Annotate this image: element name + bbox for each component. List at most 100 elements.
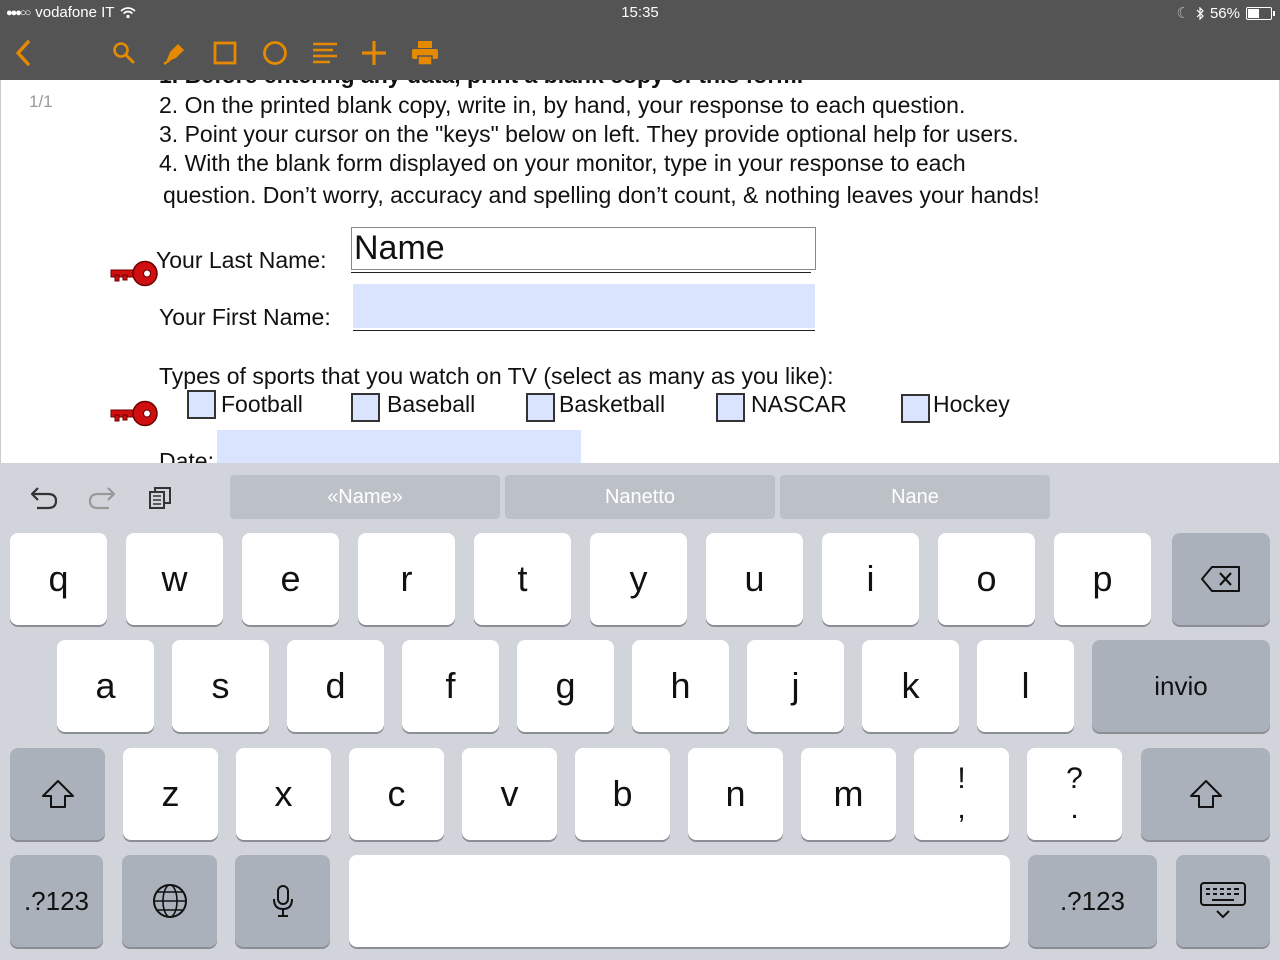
key-l[interactable]: l — [977, 640, 1074, 732]
battery-percentage: 56% — [1209, 4, 1240, 22]
key-p[interactable]: p — [1054, 533, 1151, 625]
key-top-char: ! — [957, 762, 966, 795]
dismiss-keyboard-key[interactable] — [1176, 855, 1270, 947]
space-bar[interactable] — [349, 855, 1010, 947]
key-v[interactable]: v — [462, 748, 557, 840]
print-icon[interactable] — [408, 36, 442, 70]
key-i[interactable]: i — [822, 533, 919, 625]
numbers-key-left[interactable]: .?123 — [10, 855, 103, 947]
redo-icon[interactable] — [84, 481, 120, 515]
key-u[interactable]: u — [706, 533, 803, 625]
dictation-key[interactable] — [235, 855, 330, 947]
shift-icon — [1189, 780, 1222, 808]
date-field[interactable] — [217, 430, 581, 463]
moon-icon: ☾ — [1176, 5, 1190, 22]
toolbar — [0, 26, 1280, 80]
key-e[interactable]: e — [242, 533, 339, 625]
key-r[interactable]: r — [358, 533, 455, 625]
numbers-key-right[interactable]: .?123 — [1028, 855, 1157, 947]
carrier-name: vodafone IT — [35, 4, 115, 21]
backspace-icon — [1201, 566, 1240, 592]
key-y[interactable]: y — [590, 533, 687, 625]
status-bar: ●●●○○ vodafone IT 15:35 ☾ 56% — [0, 0, 1280, 26]
key-w[interactable]: w — [126, 533, 223, 625]
key-n[interactable]: n — [688, 748, 783, 840]
backspace-key[interactable] — [1172, 533, 1270, 625]
page-indicator: 1/1 — [29, 92, 53, 111]
pen-icon[interactable] — [158, 36, 192, 70]
wifi-icon — [120, 6, 136, 18]
text-lines-icon[interactable] — [308, 36, 342, 70]
paste-icon[interactable] — [142, 481, 178, 515]
basketball-label: Basketball — [559, 391, 666, 417]
key-m[interactable]: m — [801, 748, 896, 840]
add-icon[interactable] — [357, 36, 391, 70]
football-label: Football — [221, 391, 303, 417]
instruction-line-5: question. Don’t worry, accuracy and spel… — [163, 182, 1040, 208]
keyboard-dismiss-icon — [1200, 882, 1246, 919]
shift-key-left[interactable] — [10, 748, 105, 840]
key-x[interactable]: x — [236, 748, 331, 840]
basketball-checkbox[interactable] — [526, 393, 555, 422]
hockey-checkbox[interactable] — [901, 394, 930, 423]
bluetooth-icon — [1196, 6, 1204, 20]
battery-icon — [1246, 6, 1275, 20]
key-z[interactable]: z — [123, 748, 218, 840]
sports-prompt: Types of sports that you watch on TV (se… — [159, 363, 834, 389]
instruction-line-4: 4. With the blank form displayed on your… — [159, 150, 966, 176]
suggestion-3[interactable]: Nane — [780, 475, 1050, 519]
suggestion-2[interactable]: Nanetto — [505, 475, 775, 519]
microphone-icon — [272, 885, 293, 917]
return-key[interactable]: invio — [1092, 640, 1270, 732]
last-name-underline — [351, 272, 811, 273]
pdf-document-view[interactable]: 1/1 1. Before entering any data, print a… — [0, 80, 1280, 463]
date-label: Date: — [159, 448, 214, 463]
key-b[interactable]: b — [575, 748, 670, 840]
back-icon[interactable] — [6, 36, 40, 70]
baseball-checkbox[interactable] — [351, 393, 380, 422]
key-j[interactable]: j — [747, 640, 844, 732]
last-name-label: Your Last Name: — [156, 247, 327, 273]
rectangle-icon[interactable] — [208, 36, 242, 70]
first-name-underline — [353, 330, 815, 331]
last-name-field[interactable]: Name — [351, 227, 816, 270]
instruction-line-2: 2. On the printed blank copy, write in, … — [159, 92, 966, 118]
on-screen-keyboard: «Name» Nanetto Nane q w e r t y u i o p … — [0, 463, 1280, 960]
key-exclamation-comma[interactable]: ! , — [914, 748, 1009, 840]
suggestion-1[interactable]: «Name» — [230, 475, 500, 519]
key-d[interactable]: d — [287, 640, 384, 732]
instruction-line-3: 3. Point your cursor on the "keys" below… — [159, 121, 1019, 147]
key-o[interactable]: o — [938, 533, 1035, 625]
key-c[interactable]: c — [349, 748, 444, 840]
key-k[interactable]: k — [862, 640, 959, 732]
help-key-icon[interactable] — [109, 398, 159, 430]
key-top-char: ? — [1066, 762, 1083, 795]
football-checkbox[interactable] — [187, 390, 216, 419]
undo-icon[interactable] — [26, 481, 62, 515]
key-q[interactable]: q — [10, 533, 107, 625]
key-bottom-char: , — [957, 792, 966, 825]
globe-key[interactable] — [122, 855, 217, 947]
nascar-label: NASCAR — [751, 391, 847, 417]
key-h[interactable]: h — [632, 640, 729, 732]
key-t[interactable]: t — [474, 533, 571, 625]
key-a[interactable]: a — [57, 640, 154, 732]
hockey-label: Hockey — [933, 391, 1010, 417]
signal-strength-icon: ●●●○○ — [6, 6, 31, 19]
battery-fill — [1248, 8, 1259, 18]
instruction-line-1: 1. Before entering any data, print a bla… — [159, 80, 803, 89]
search-icon[interactable] — [107, 36, 141, 70]
key-g[interactable]: g — [517, 640, 614, 732]
globe-icon — [152, 884, 187, 918]
first-name-label: Your First Name: — [159, 304, 331, 330]
nascar-checkbox[interactable] — [716, 393, 745, 422]
shift-key-right[interactable] — [1141, 748, 1270, 840]
help-key-icon[interactable] — [109, 258, 159, 290]
first-name-field[interactable] — [353, 284, 815, 328]
circle-icon[interactable] — [258, 36, 292, 70]
key-question-period[interactable]: ? . — [1027, 748, 1122, 840]
key-s[interactable]: s — [172, 640, 269, 732]
baseball-label: Baseball — [387, 391, 476, 417]
shift-icon — [41, 780, 74, 808]
key-f[interactable]: f — [402, 640, 499, 732]
